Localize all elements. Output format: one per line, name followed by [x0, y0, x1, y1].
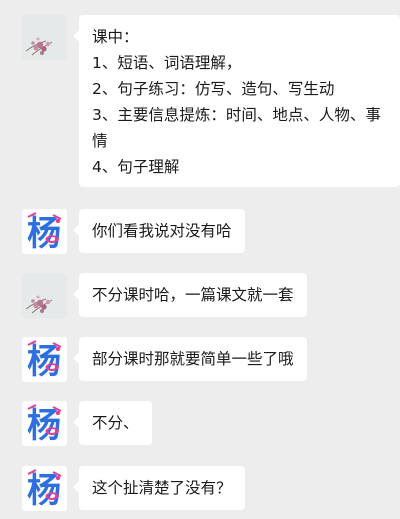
message-bubble[interactable]: 不分课时哈，一篇课文就一套 [73, 273, 307, 317]
calligraphy-yang-icon: 杨 [27, 404, 62, 446]
message-text: 部分课时那就要简单一些了哦 [92, 350, 294, 368]
svg-text:杨: 杨 [27, 214, 61, 254]
message-line: 2、句子练习：仿写、造句、写生动 [92, 80, 335, 98]
message-line: 3、主要信息提炼：时间、地点、人物、事 [92, 106, 381, 124]
flower-photo-icon [22, 273, 67, 318]
message-bubble[interactable]: 你们看我说对没有哈 [73, 209, 245, 253]
svg-text:杨: 杨 [27, 342, 61, 382]
message-text: 不分课时哈，一篇课文就一套 [92, 286, 294, 304]
message-text: 这个扯清楚了没有？ [92, 479, 232, 497]
message-text: 你们看我说对没有哈 [92, 222, 232, 240]
flower-photo-icon [22, 15, 67, 60]
message-line: 4、句子理解 [92, 158, 180, 176]
chat-window: 课中： 1、短语、词语理解， 2、句子练习：仿写、造句、写生动 3、主要信息提炼… [0, 0, 400, 519]
message-bubble[interactable]: 这个扯清楚了没有？ [73, 466, 245, 510]
yang-calligraphy-avatar[interactable]: 杨 [22, 466, 67, 511]
yang-calligraphy-avatar[interactable]: 杨 [22, 337, 67, 382]
svg-text:杨: 杨 [27, 406, 61, 446]
flower-photo-avatar[interactable] [22, 15, 67, 60]
message-line: 1、短语、词语理解， [92, 54, 242, 72]
svg-text:杨: 杨 [27, 471, 61, 511]
calligraphy-yang-icon: 杨 [27, 469, 62, 511]
message-line: 课中： [92, 28, 139, 46]
message-bubble[interactable]: 不分、 [73, 401, 152, 445]
yang-calligraphy-avatar[interactable]: 杨 [22, 209, 67, 254]
calligraphy-yang-icon: 杨 [27, 340, 62, 382]
message-text: 不分、 [92, 414, 139, 432]
message-bubble[interactable]: 课中： 1、短语、词语理解， 2、句子练习：仿写、造句、写生动 3、主要信息提炼… [73, 15, 400, 187]
message-line: 情 [92, 132, 108, 150]
yang-calligraphy-avatar[interactable]: 杨 [22, 401, 67, 446]
calligraphy-yang-icon: 杨 [27, 212, 62, 254]
message-bubble[interactable]: 部分课时那就要简单一些了哦 [73, 337, 307, 381]
flower-photo-avatar[interactable] [22, 273, 67, 318]
